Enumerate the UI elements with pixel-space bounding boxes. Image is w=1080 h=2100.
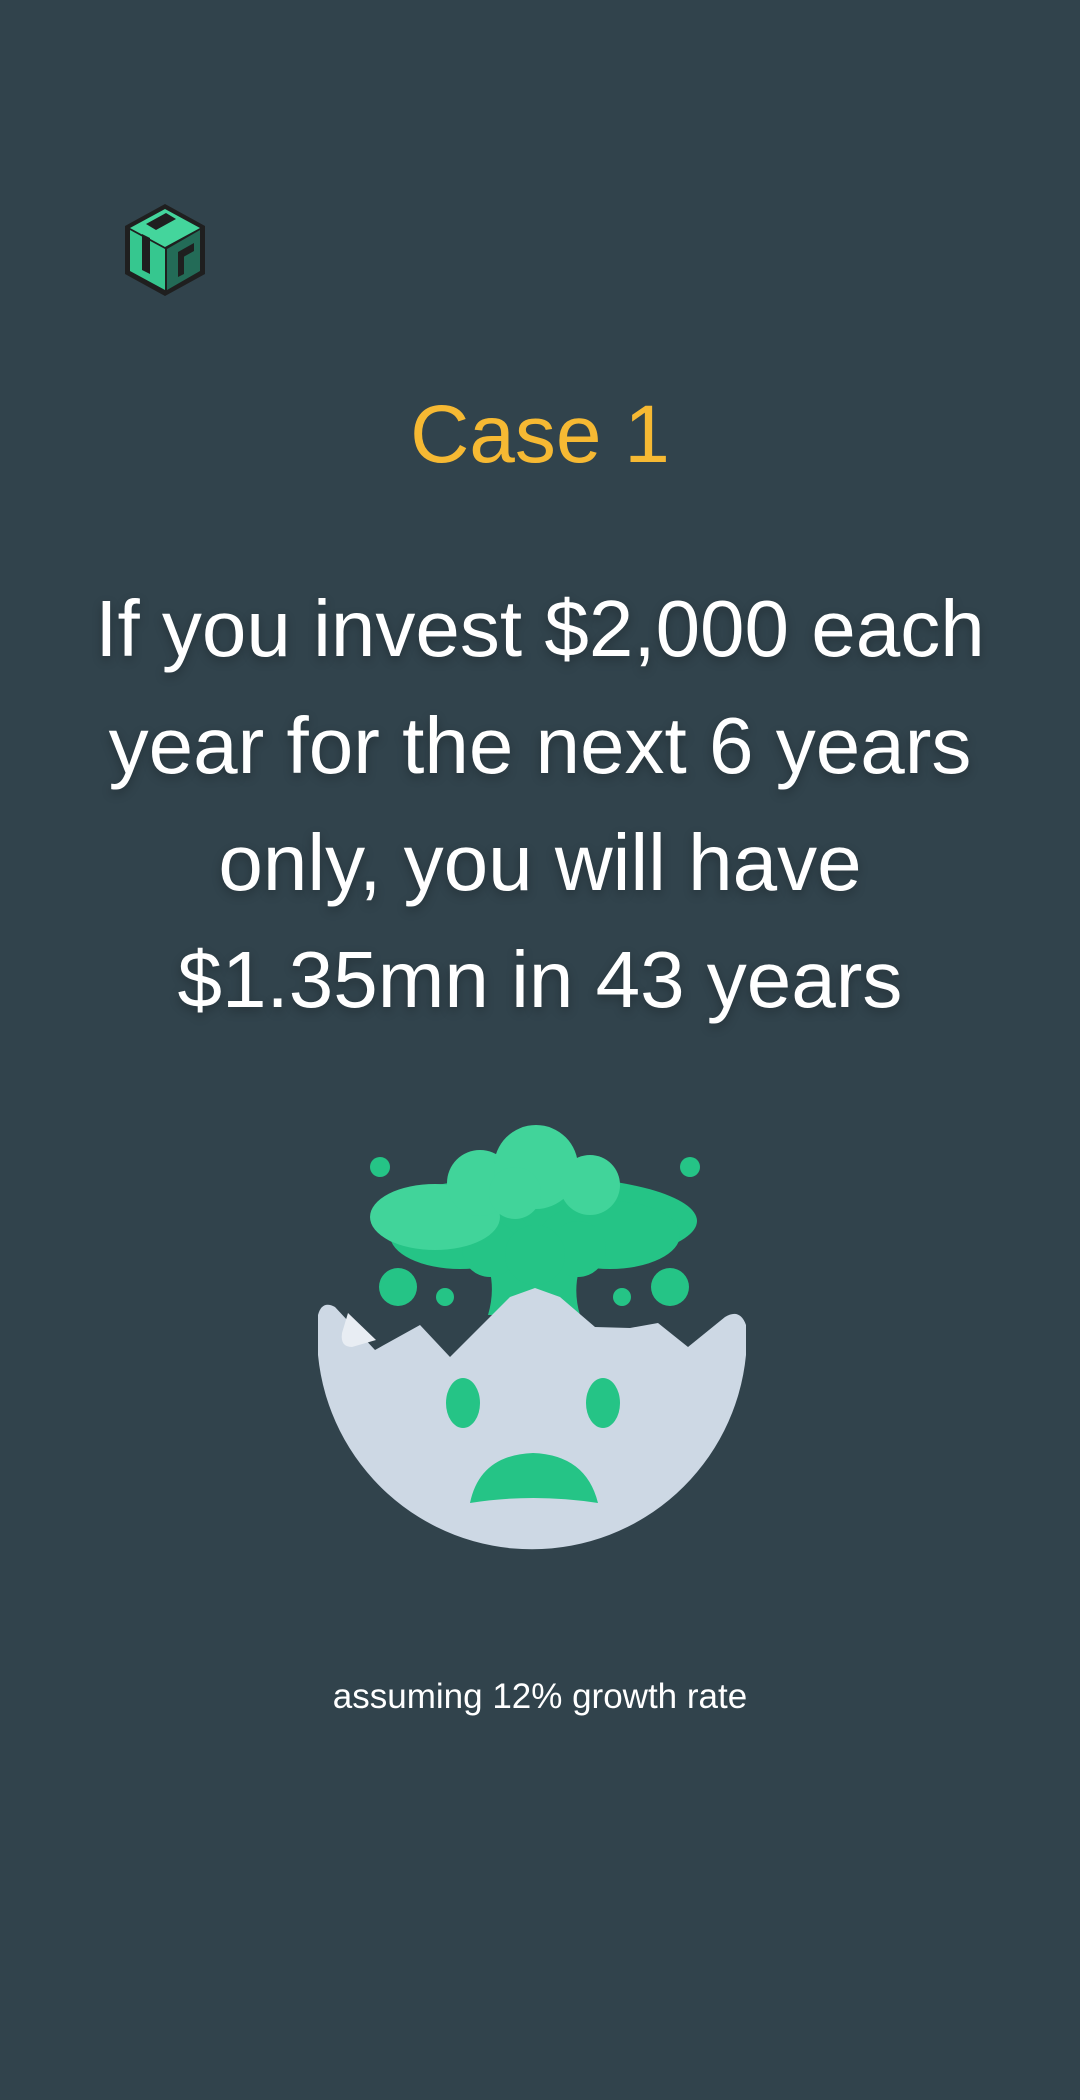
growth-rate-footnote: assuming 12% growth rate (332, 1677, 748, 1716)
case-title: Case 1 (410, 389, 670, 480)
cube-logo-icon (125, 204, 205, 296)
headline: If you invest $2,000 each year for the n… (95, 584, 985, 1024)
exploding-head-icon (318, 1125, 746, 1550)
